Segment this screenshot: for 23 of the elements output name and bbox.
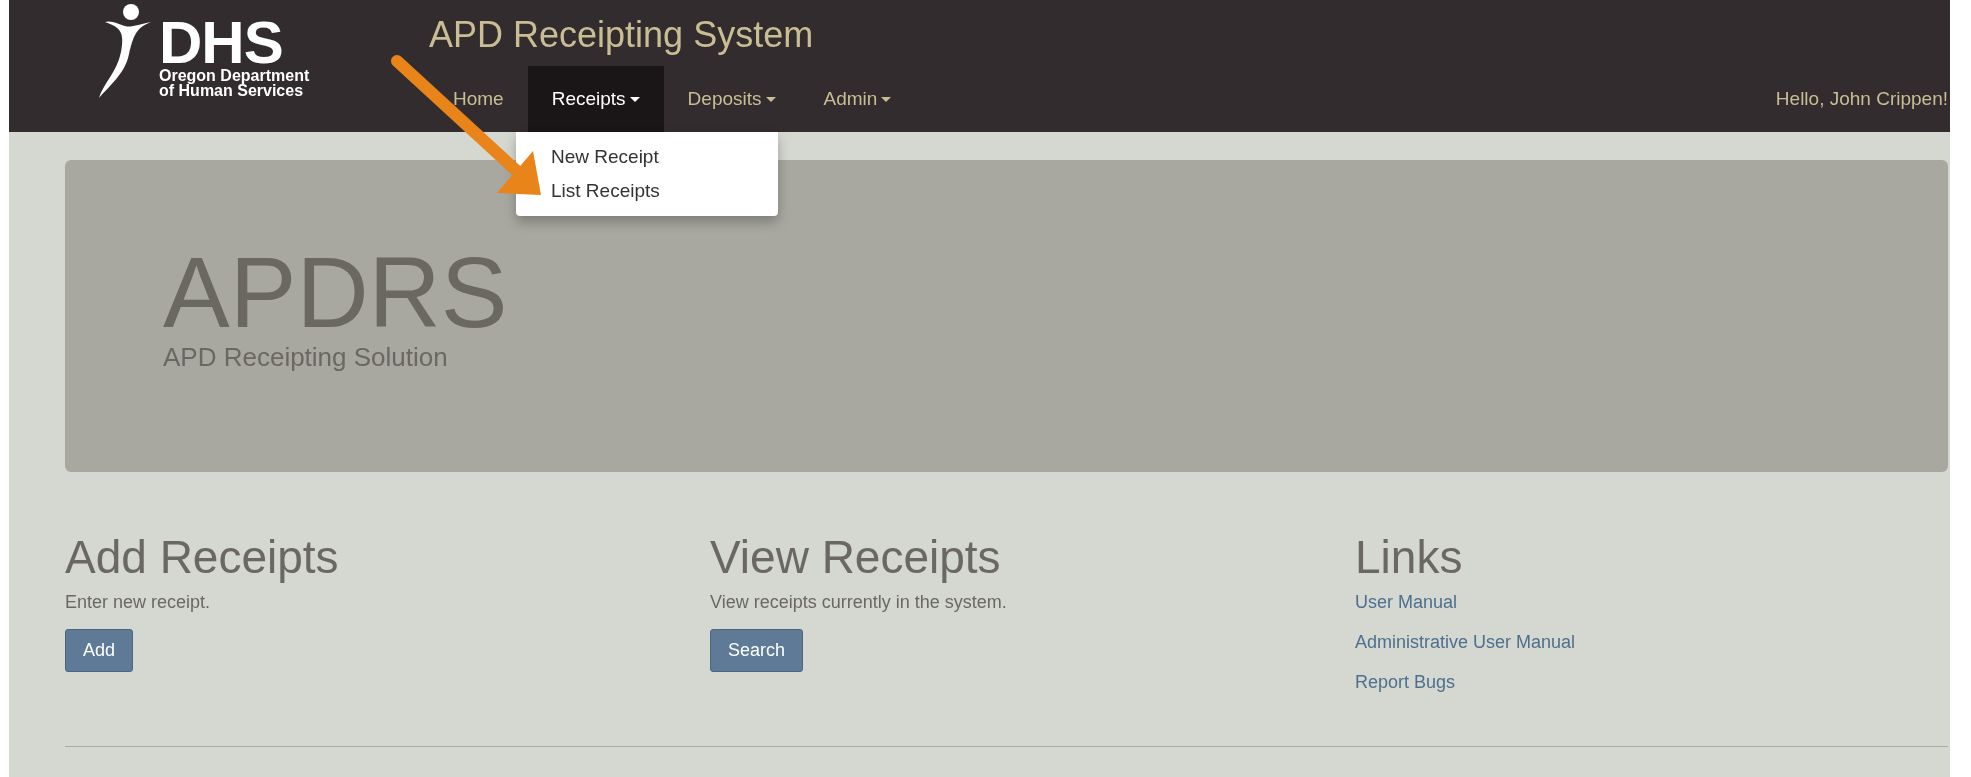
organization-name: of Human Services xyxy=(159,83,304,98)
section-description: Enter new receipt. xyxy=(65,592,211,613)
nav-tab[interactable]: Receipts xyxy=(527,66,664,132)
logo-text: DHS xyxy=(159,18,283,68)
section-description: View receipts currently in the system. xyxy=(710,592,1007,613)
organization-name: Oregon Department xyxy=(159,68,310,83)
jumbotron-title: APDRS xyxy=(163,242,508,342)
jumbotron-subtitle: APD Receipting Solution xyxy=(163,342,448,372)
user-greeting: Hello, John Crippen! xyxy=(1775,88,1948,110)
help-link[interactable]: Report Bugs xyxy=(1355,662,1456,702)
section-heading: Add Receipts xyxy=(65,532,339,582)
app-title: APD Receipting System xyxy=(429,14,815,57)
nav-tab[interactable]: Deposits xyxy=(663,66,800,132)
menu-item[interactable]: List Receipts xyxy=(551,180,660,202)
section-heading: View Receipts xyxy=(710,532,1001,582)
section-button[interactable]: Search xyxy=(710,629,804,672)
menu-item[interactable]: New Receipt xyxy=(551,146,659,168)
section-heading: Links xyxy=(1355,532,1463,582)
section-button[interactable]: Add xyxy=(65,629,134,672)
nav-tab[interactable]: Home xyxy=(429,66,528,132)
nav-tab[interactable]: Admin xyxy=(799,66,916,132)
help-link[interactable]: Administrative User Manual xyxy=(1355,622,1576,662)
help-link[interactable]: User Manual xyxy=(1355,592,1458,612)
